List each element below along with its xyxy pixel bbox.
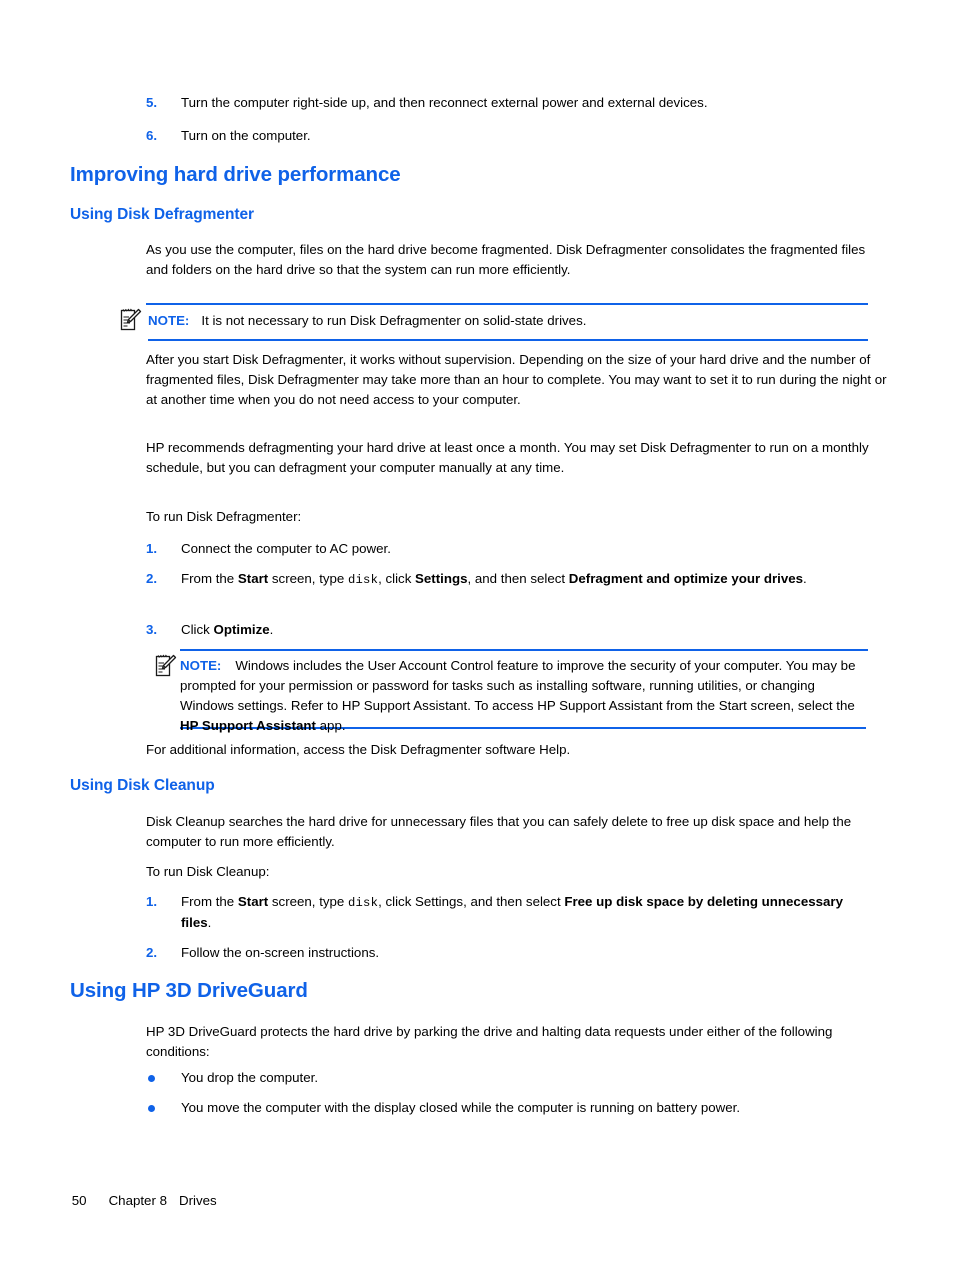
paragraph-defragmenter-intro: As you use the computer, files on the ha… [146,242,866,277]
emphasis-text: Settings [415,571,468,586]
emphasis-text: Start [237,571,269,586]
paragraph-cleanup-intro: Disk Cleanup searches the hard drive for… [146,814,852,849]
note-callout-user-account-control: NOTE: Windows includes the User Account C… [155,649,868,733]
paragraph-to-run-cleanup: To run Disk Cleanup: [146,864,270,879]
note-top-rule [180,649,868,651]
note-text-block: NOTE: It is not necessary to run Disk Def… [148,311,864,331]
list-marker: 2. [146,571,158,586]
list-item-defrag-step: 1. Connect the computer to AC power. [146,539,868,559]
heading-improving-hard-drive-performance: Improving hard drive performance [70,163,401,186]
list-marker: 1. [146,541,158,556]
list-item-driveguard-bullet: You drop the computer. [146,1068,868,1088]
code-text: disk [348,573,379,587]
heading-using-hp-3d-driveguard: Using HP 3D DriveGuard [70,979,308,1002]
plain-text: Click [181,622,214,637]
bullet-icon [148,1105,155,1112]
paragraph-after-you-start: After you start Disk Defragmenter, it wo… [146,352,887,407]
list-item-defrag-step: 3. Click Optimize. [146,620,868,640]
paragraph-hp-recommends: HP recommends defragmenting your hard dr… [146,440,869,475]
note-top-rule [146,303,868,305]
bullet-icon [148,1075,155,1082]
document-page: 5. Turn the computer right-side up, and … [0,0,954,1270]
plain-text: . [803,571,807,586]
note-pencil-icon [155,653,177,679]
list-marker: 3. [146,622,158,637]
paragraph-to-run-defragmenter: To run Disk Defragmenter: [146,509,302,524]
page-footer: 50 Chapter 8 Drives [57,1178,217,1223]
plain-text: From the [181,894,238,909]
note-bottom-rule [148,339,868,341]
emphasis-text: Optimize [213,622,270,637]
list-item-defrag-step: 2. From the Start screen, type disk, cli… [146,569,884,590]
list-item-text: Turn on the computer. [181,128,311,143]
list-marker: 1. [146,894,158,909]
list-item-text: You move the computer with the display c… [181,1100,741,1115]
plain-text: , click Settings, and then select [378,894,565,909]
list-marker: 2. [146,945,158,960]
list-item-text: From the Start screen, type disk, click … [181,569,884,590]
note-body: Windows includes the User Account Contro… [180,658,855,733]
note-callout-solid-state: NOTE: It is not necessary to run Disk Def… [120,303,868,341]
emphasis-text: HP Support Assistant [180,718,316,733]
plain-text: . [207,915,212,930]
list-item-text: Turn the computer right-side up, and the… [181,95,708,110]
plain-text: screen, type [268,894,349,909]
plain-text: From the [181,571,238,586]
list-item-text: You drop the computer. [181,1070,319,1085]
plain-text: , and then select [467,571,569,586]
plain-text: , click [378,571,416,586]
footer-page-number: 50 [71,1193,87,1208]
plain-text: app. [315,718,346,733]
list-item-text: Connect the computer to AC power. [181,539,868,559]
emphasis-text: Start [237,894,269,909]
paragraph-additional-information: For additional information, access the D… [146,742,571,757]
list-item: 6. Turn on the computer. [146,126,868,146]
heading-using-disk-defragmenter: Using Disk Defragmenter [70,206,255,223]
note-pencil-icon [120,307,142,333]
note-body: It is not necessary to run Disk Defragme… [201,313,587,328]
paragraph-driveguard-intro: HP 3D DriveGuard protects the hard drive… [146,1024,833,1059]
footer-chapter: Chapter 8 [108,1193,167,1208]
footer-section: Drives [178,1193,217,1208]
emphasis-text: Defragment and optimize your drives [568,571,804,586]
list-marker: 5. [146,95,158,110]
plain-text: Windows includes the User Account Contro… [180,658,856,713]
list-item-cleanup-step: 1. From the Start screen, type disk, cli… [146,892,876,933]
code-text: disk [348,896,379,910]
list-item-text: Click Optimize. [181,620,868,640]
list-item-cleanup-step: 2. Follow the on-screen instructions. [146,943,868,963]
note-label: NOTE: [148,313,190,328]
note-label: NOTE: [180,658,222,673]
plain-text: Connect the computer to AC power. [181,541,391,556]
list-marker: 6. [146,128,158,143]
list-item-driveguard-bullet: You move the computer with the display c… [146,1098,891,1118]
list-item: 5. Turn the computer right-side up, and … [146,93,868,113]
plain-text: screen, type [268,571,349,586]
list-item-text: From the Start screen, type disk, click … [181,892,876,933]
note-text-block: NOTE: Windows includes the User Account C… [180,656,868,736]
heading-using-disk-cleanup: Using Disk Cleanup [70,777,215,794]
plain-text: . [269,622,274,637]
plain-text: Follow the on-screen instructions. [181,945,380,960]
list-item-text: Follow the on-screen instructions. [181,943,868,963]
